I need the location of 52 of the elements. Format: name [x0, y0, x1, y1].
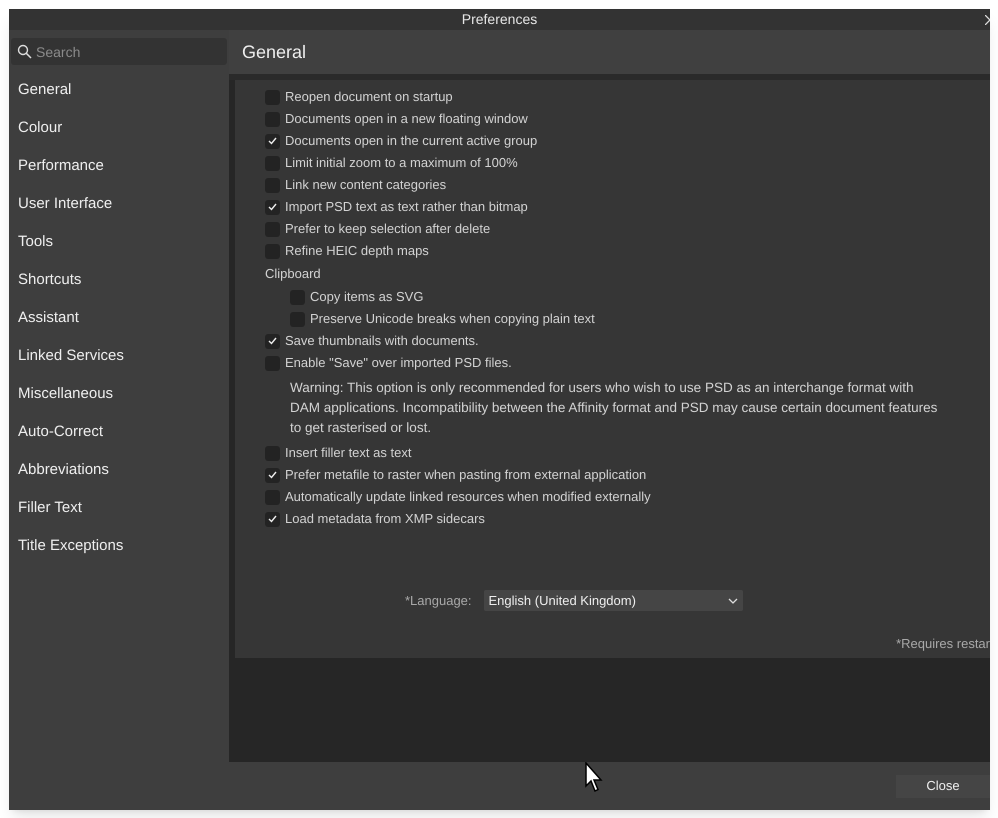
checkbox-label: Save thumbnails with documents.	[285, 332, 479, 350]
mouse-pointer-icon	[585, 762, 603, 794]
checkbox-label: Documents open in a new floating window	[285, 110, 528, 128]
sidebar-item[interactable]: Abbreviations	[18, 458, 109, 482]
checkmark-icon	[268, 203, 277, 211]
sidebar-item[interactable]: Title Exceptions	[18, 534, 124, 558]
sidebar-item[interactable]: Linked Services	[18, 344, 124, 368]
sidebar-item[interactable]: Miscellaneous	[18, 382, 114, 406]
checkbox-label: Insert filler text as text	[285, 444, 412, 462]
section-heading: Clipboard	[265, 265, 321, 284]
page-title: General	[242, 40, 306, 64]
checkmark-icon	[268, 337, 277, 345]
checkbox[interactable]	[265, 468, 280, 482]
checkbox-label: Refine HEIC depth maps	[285, 242, 429, 260]
checkbox-label: Enable "Save" over imported PSD files.	[285, 354, 512, 372]
checkbox-label: Import PSD text as text rather than bitmap	[285, 198, 528, 216]
checkbox[interactable]	[265, 512, 280, 526]
close-button[interactable]: Close	[896, 774, 990, 798]
checkbox-label: Documents open in the current active group	[285, 132, 538, 150]
checkbox-label: Link new content categories	[285, 176, 446, 194]
checkmark-icon	[268, 471, 277, 479]
search-icon	[17, 44, 32, 59]
checkbox-label: Limit initial zoom to a maximum of 100%	[285, 154, 518, 172]
sidebar-item[interactable]: Filler Text	[18, 496, 82, 520]
sidebar-item[interactable]: Tools	[18, 230, 54, 254]
checkbox[interactable]	[265, 200, 280, 214]
restart-note: *Requires restar	[896, 635, 990, 653]
sidebar-item[interactable]: Colour	[18, 116, 62, 140]
sidebar-item[interactable]: Shortcuts	[18, 268, 82, 292]
checkbox[interactable]	[265, 334, 280, 348]
sidebar-item[interactable]: Auto-Correct	[18, 420, 104, 444]
chevron-down-icon	[728, 598, 738, 604]
sidebar-item[interactable]: Assistant	[18, 306, 79, 330]
checkbox-label: Automatically update linked resources when modified externally	[285, 488, 651, 506]
sidebar-item[interactable]: General	[18, 78, 72, 102]
search-field[interactable]: Search	[11, 38, 227, 65]
checkbox-label: Prefer to keep selection after delete	[285, 220, 490, 238]
checkbox-label: Reopen document on startup	[285, 88, 453, 106]
checkbox-label: Load metadata from XMP sidecars	[285, 510, 485, 528]
checkbox-label: Preserve Unicode breaks when copying plain text	[310, 310, 595, 328]
language-label: *Language:	[405, 592, 472, 610]
checkmark-icon	[268, 137, 277, 145]
checkbox-label: Prefer metafile to raster when pasting from external application	[285, 466, 646, 484]
window-title: Preferences	[462, 10, 538, 29]
warning-text: Warning: This option is only recommended for users who wish to use PSD as an interchange format with DAM applications. Incompatibility between the Affinity format and PSD may cause certain document features to get rasterised or lost.	[290, 379, 938, 437]
sidebar-item[interactable]: Performance	[18, 154, 104, 178]
checkmark-icon	[268, 515, 277, 523]
close-icon[interactable]	[985, 15, 990, 25]
checkbox-label: Copy items as SVG	[310, 288, 424, 306]
language-dropdown[interactable]: English (United Kingdom)	[484, 590, 743, 611]
sidebar-item[interactable]: User Interface	[18, 192, 112, 216]
checkbox[interactable]	[265, 134, 280, 148]
